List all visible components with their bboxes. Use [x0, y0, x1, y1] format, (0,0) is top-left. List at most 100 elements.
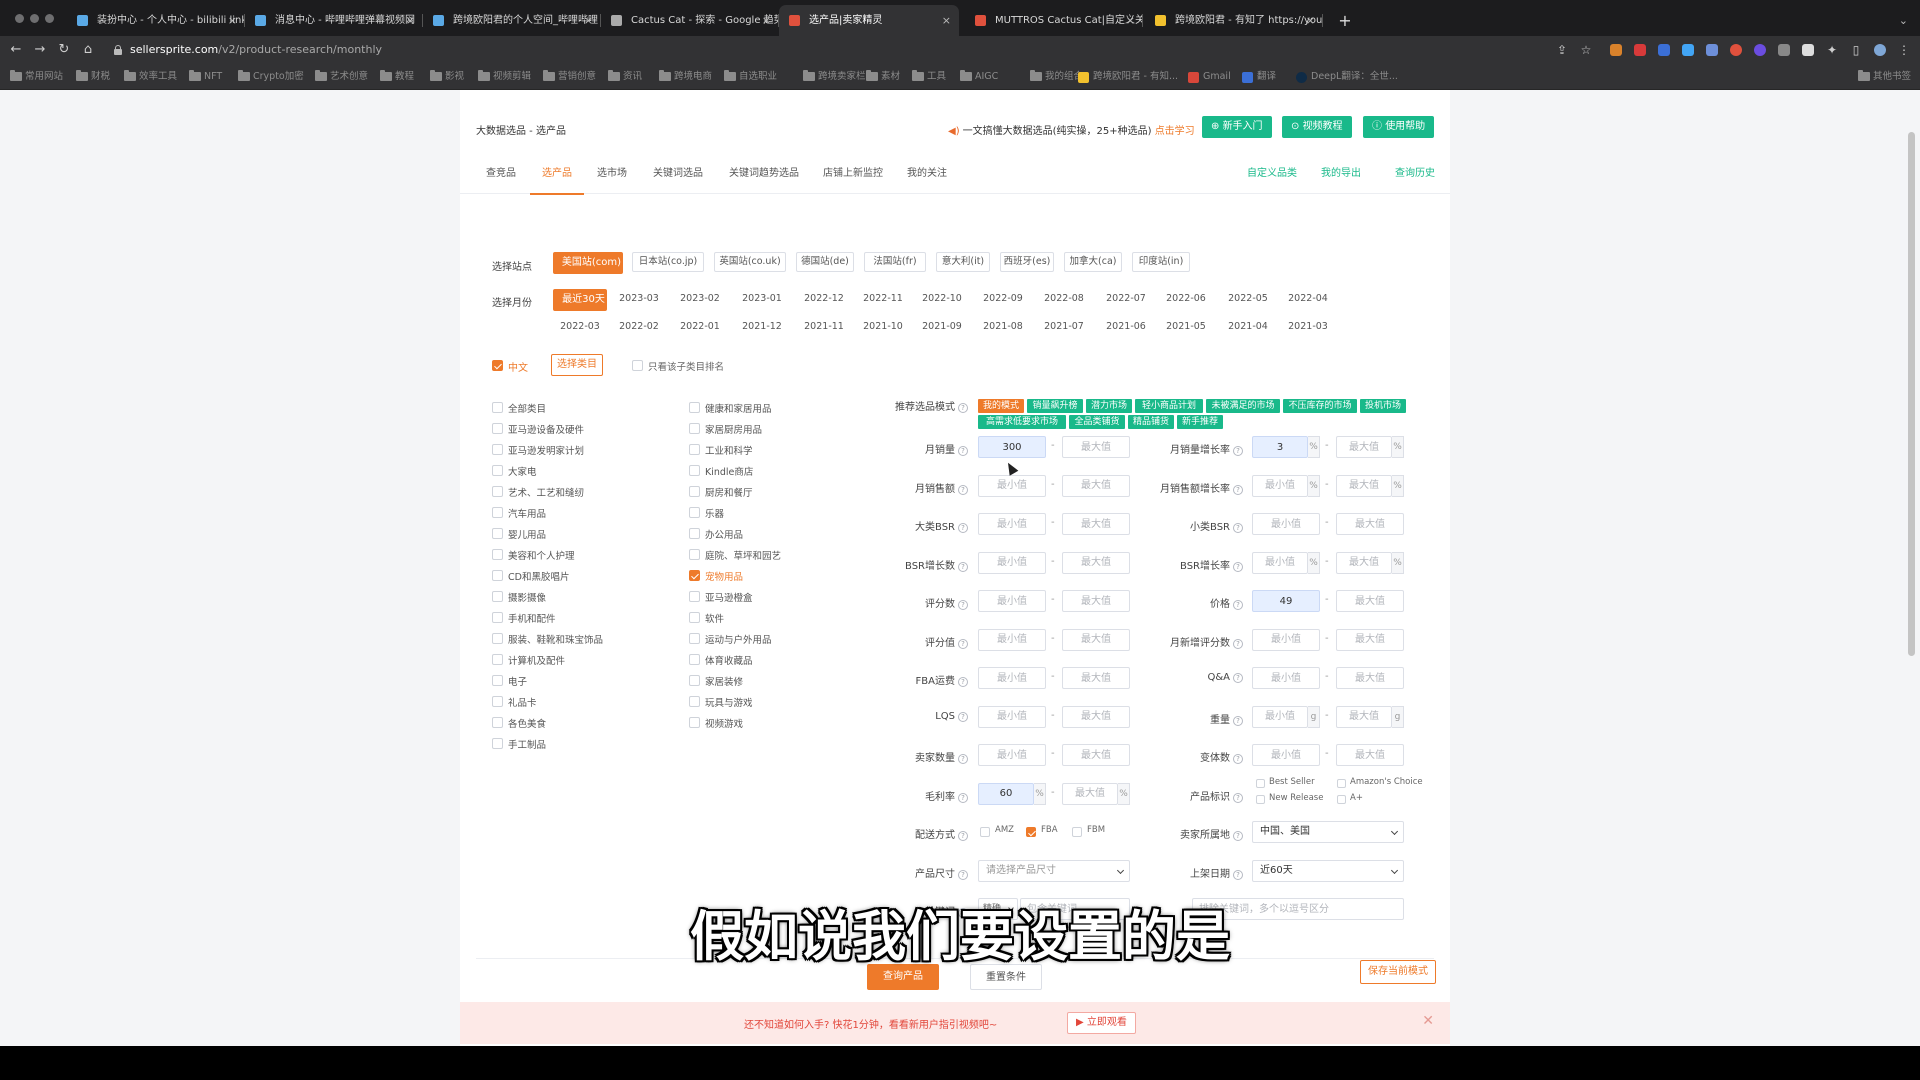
extension-icon[interactable] — [1610, 44, 1622, 56]
month-option[interactable]: 2022-12 — [798, 289, 850, 309]
month-option[interactable]: 2021-07 — [1038, 317, 1090, 337]
help-icon[interactable]: ? — [958, 446, 968, 456]
module-tab[interactable]: 选产品 — [530, 154, 584, 195]
back-arrow-icon[interactable]: ← — [6, 40, 26, 60]
help-icon[interactable]: ? — [1233, 484, 1243, 495]
bookmark-item[interactable]: 影视 — [430, 64, 464, 90]
month-option[interactable]: 2022-09 — [977, 289, 1029, 309]
category-label[interactable]: 汽车用品 — [508, 506, 546, 520]
min-input[interactable] — [978, 628, 1046, 651]
category-label[interactable]: 工业和科学 — [705, 443, 753, 457]
category-checkbox[interactable] — [492, 444, 503, 455]
module-tab[interactable]: 关键词趋势选品 — [729, 154, 799, 194]
bookmark-item[interactable]: 跨境欧阳君 - 有知... — [1078, 64, 1178, 90]
help-icon[interactable]: ? — [1233, 600, 1243, 610]
notice-link[interactable]: 点击学习 — [1155, 126, 1195, 137]
category-checkbox[interactable] — [689, 444, 700, 455]
extension-icon[interactable] — [1802, 44, 1814, 56]
category-checkbox[interactable] — [689, 465, 700, 476]
min-input[interactable] — [1252, 436, 1308, 458]
category-label[interactable]: 礼品卡 — [508, 695, 537, 709]
min-input[interactable] — [978, 744, 1046, 766]
min-input[interactable] — [1252, 513, 1320, 535]
category-checkbox[interactable] — [492, 675, 503, 686]
max-input[interactable] — [1062, 590, 1130, 612]
category-label[interactable]: 摄影摄像 — [508, 590, 546, 604]
help-icon[interactable]: ? — [958, 792, 968, 803]
help-icon[interactable]: ? — [1233, 869, 1243, 880]
month-option[interactable]: 2021-08 — [977, 317, 1029, 337]
bookmark-item[interactable]: 工具 — [912, 64, 946, 90]
category-label[interactable]: 玩具与游戏 — [705, 695, 753, 709]
month-option[interactable]: 2021-11 — [798, 317, 850, 337]
fulfillment-checkbox[interactable] — [1072, 827, 1082, 837]
puzzle-icon[interactable]: ✦ — [1822, 40, 1842, 60]
month-option[interactable]: 2021-05 — [1160, 317, 1212, 337]
category-label[interactable]: Kindle商店 — [705, 464, 753, 478]
max-input[interactable] — [1062, 667, 1130, 689]
recommend-mode-tag[interactable]: 精品铺货 — [1128, 415, 1174, 429]
help-icon[interactable]: ? — [1233, 446, 1243, 456]
extension-icon[interactable] — [1754, 44, 1766, 56]
site-option[interactable]: 日本站(co.jp) — [632, 252, 704, 272]
reload-icon[interactable]: ↻ — [54, 40, 74, 60]
max-input[interactable] — [1336, 436, 1392, 458]
max-input[interactable] — [1336, 513, 1404, 535]
category-label[interactable]: 视频游戏 — [705, 716, 743, 730]
site-option[interactable]: 意大利(it) — [936, 252, 990, 272]
month-option[interactable]: 2022-10 — [916, 289, 968, 309]
category-checkbox[interactable] — [689, 696, 700, 707]
bookmark-item[interactable]: 教程 — [380, 64, 414, 90]
help-icon[interactable]: ? — [1233, 754, 1243, 764]
category-checkbox[interactable] — [689, 423, 700, 434]
category-label[interactable]: 软件 — [705, 611, 724, 625]
category-checkbox[interactable] — [492, 423, 503, 434]
site-option[interactable]: 德国站(de) — [796, 252, 854, 272]
month-option[interactable]: 2022-07 — [1100, 289, 1152, 309]
help-icon[interactable]: ? — [1233, 792, 1243, 803]
month-option[interactable]: 2022-04 — [1282, 289, 1334, 309]
badge-checkbox[interactable] — [1337, 794, 1346, 804]
launch-date-select[interactable]: 近60天 — [1252, 859, 1404, 882]
site-option[interactable]: 英国站(co.uk) — [714, 252, 786, 272]
bookmark-other[interactable]: 其他书签 — [1858, 64, 1911, 90]
bookmark-item[interactable]: 跨境电商 — [659, 64, 712, 90]
only-subcategory-checkbox[interactable] — [632, 360, 643, 371]
category-label[interactable]: 大家电 — [508, 464, 537, 478]
bookmark-item[interactable]: 跨境卖家栏 — [803, 64, 866, 90]
bookmark-item[interactable]: DeepL翻译：全世... — [1296, 64, 1398, 90]
recommend-mode-tag[interactable]: 高需求低要求市场 — [978, 415, 1066, 429]
category-label[interactable]: 手机和配件 — [508, 611, 556, 625]
max-input[interactable] — [1336, 551, 1392, 574]
month-option[interactable]: 2023-03 — [613, 289, 665, 309]
category-label[interactable]: 全部类目 — [508, 401, 546, 415]
month-option[interactable]: 2021-03 — [1282, 317, 1334, 337]
extension-icon[interactable] — [1730, 44, 1742, 56]
category-label[interactable]: 美容和个人护理 — [508, 548, 575, 562]
bookmark-item[interactable]: 素材 — [866, 64, 900, 90]
month-option[interactable]: 2021-12 — [736, 317, 788, 337]
category-checkbox[interactable] — [492, 528, 503, 539]
category-label[interactable]: 庭院、草坪和园艺 — [705, 548, 781, 562]
browser-tab[interactable]: 跨境欧阳君的个人空间_哔哩哔哩 × — [423, 5, 601, 36]
help-button[interactable]: ⓘ 使用帮助 — [1363, 116, 1435, 138]
watch-now-button[interactable]: ▶ 立即观看 — [1067, 1012, 1136, 1034]
forward-arrow-icon[interactable]: → — [30, 40, 50, 60]
category-label[interactable]: 亚马逊设备及硬件 — [508, 422, 584, 436]
min-input[interactable] — [978, 590, 1046, 612]
category-checkbox[interactable] — [492, 633, 503, 644]
header-link[interactable]: 我的导出 — [1321, 154, 1361, 194]
max-input[interactable] — [1062, 513, 1130, 535]
category-label[interactable]: 运动与户外用品 — [705, 632, 772, 646]
badge-checkbox[interactable] — [1256, 778, 1265, 788]
sidebar-icon[interactable]: ▯ — [1846, 40, 1866, 60]
min-input[interactable] — [978, 551, 1046, 574]
month-option[interactable]: 2023-02 — [674, 289, 726, 309]
fulfillment-checkbox[interactable] — [980, 827, 990, 837]
browser-tab[interactable]: MUTTROS Cactus Cat|自定义关 × — [965, 5, 1143, 36]
tab-close-icon[interactable]: × — [762, 5, 771, 36]
module-tab[interactable]: 店铺上新监控 — [823, 154, 883, 194]
min-input[interactable] — [1252, 551, 1308, 574]
category-checkbox[interactable] — [689, 612, 700, 623]
month-option[interactable]: 2022-05 — [1222, 289, 1274, 309]
